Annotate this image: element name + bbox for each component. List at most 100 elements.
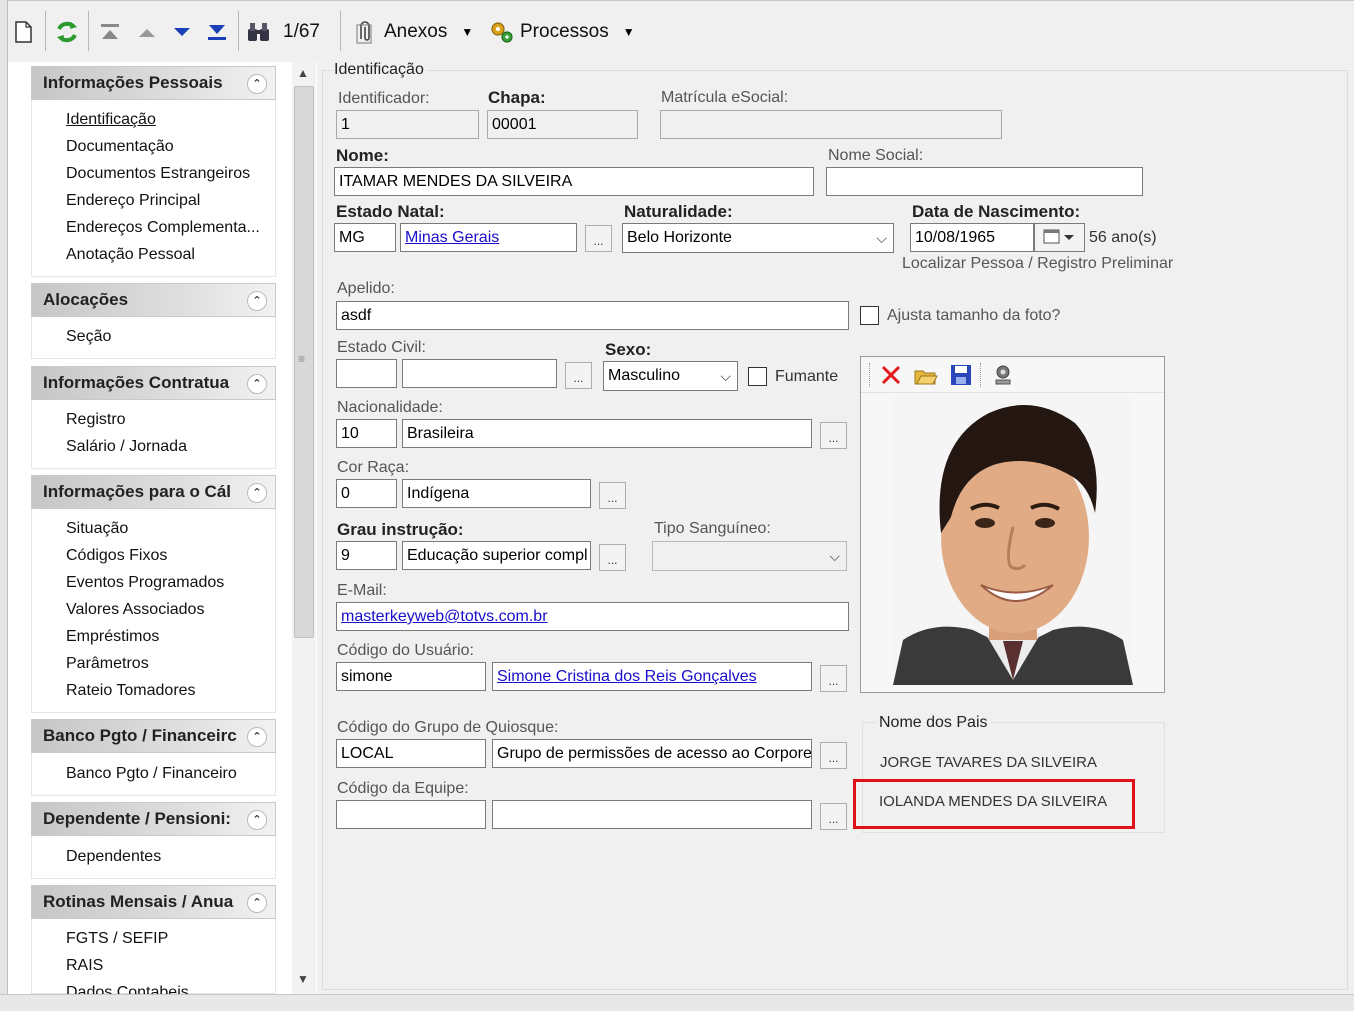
sidebar-item[interactable]: Valores Associados	[66, 601, 204, 619]
grau-instrucao-code-field[interactable]: 9	[336, 541, 397, 570]
localizar-pessoa-link[interactable]: Localizar Pessoa / Registro Preliminar	[902, 255, 1173, 273]
nacionalidade-code-field[interactable]: 10	[336, 419, 397, 448]
sidebar-group-header[interactable]: Banco Pgto / Financeirc ⌃	[31, 719, 276, 753]
employee-photo	[893, 395, 1133, 685]
sidebar-scrollbar[interactable]: ▲ ≡ ▼	[292, 62, 316, 994]
collapse-chevron-icon[interactable]: ⌃	[247, 810, 267, 830]
sidebar-item[interactable]: Documentos Estrangeiros	[66, 165, 250, 183]
sidebar-item[interactable]: Documentação	[66, 138, 174, 156]
nome-field[interactable]: ITAMAR MENDES DA SILVEIRA	[334, 167, 814, 196]
fumante-checkbox[interactable]	[748, 367, 767, 386]
sidebar-item[interactable]: Empréstimos	[66, 628, 159, 646]
scroll-down-icon[interactable]: ▼	[297, 972, 309, 986]
chapa-field[interactable]: 00001	[487, 110, 638, 139]
collapse-chevron-icon[interactable]: ⌃	[247, 74, 267, 94]
splitter-grip-icon[interactable]: ≡	[298, 352, 305, 366]
cor-raca-name-field[interactable]: Indígena	[402, 479, 591, 508]
sidebar-item[interactable]: Banco Pgto / Financeiro	[66, 765, 237, 783]
nome-social-field[interactable]	[826, 167, 1143, 196]
webcam-icon[interactable]	[991, 363, 1015, 387]
sidebar-group-title: Alocações	[43, 290, 129, 309]
apelido-field[interactable]: asdf	[336, 301, 849, 330]
calendar-picker-button[interactable]	[1034, 223, 1085, 252]
sidebar-item[interactable]: Códigos Fixos	[66, 547, 167, 565]
sidebar-item[interactable]: Eventos Programados	[66, 574, 224, 592]
sidebar-item[interactable]: Parâmetros	[66, 655, 149, 673]
matricula-label: Matrícula eSocial:	[661, 89, 789, 106]
nacionalidade-lookup-button[interactable]: ...	[820, 422, 847, 449]
equipe-name-field[interactable]	[492, 800, 812, 829]
anexos-menu[interactable]: Anexos ▼	[352, 15, 473, 49]
grau-instrucao-name-field[interactable]: Educação superior compl	[402, 541, 591, 570]
tipo-sanguineo-select[interactable]: ⌵	[652, 541, 847, 571]
sidebar-item[interactable]: Registro	[66, 411, 126, 429]
quiosque-code-field[interactable]: LOCAL	[336, 739, 486, 768]
sidebar-item[interactable]: Anotação Pessoal	[66, 246, 195, 264]
collapse-chevron-icon[interactable]: ⌃	[247, 893, 267, 913]
apelido-label: Apelido:	[337, 280, 395, 297]
estado-civil-code-field[interactable]	[336, 359, 397, 388]
nacionalidade-name-field[interactable]: Brasileira	[402, 419, 812, 448]
identificador-field[interactable]: 1	[336, 110, 479, 139]
section-title: Identificação	[334, 61, 427, 79]
sidebar-item[interactable]: Dados Contabeis	[66, 984, 189, 994]
estado-natal-lookup-button[interactable]: ...	[585, 225, 612, 252]
gears-icon	[491, 22, 513, 43]
usuario-code-field[interactable]: simone	[336, 662, 486, 691]
sidebar-item[interactable]: Rateio Tomadores	[66, 682, 196, 700]
delete-photo-icon[interactable]	[879, 363, 903, 387]
sidebar-group-header[interactable]: Informações para o Cál ⌃	[31, 475, 276, 509]
calendar-icon	[1043, 229, 1074, 244]
sidebar-item[interactable]: Seção	[66, 328, 111, 346]
usuario-name-link[interactable]: Simone Cristina dos Reis Gonçalves	[492, 662, 812, 691]
save-icon[interactable]	[949, 363, 973, 387]
sidebar-group-header[interactable]: Alocações ⌃	[31, 283, 276, 317]
estado-natal-code-field[interactable]: MG	[334, 223, 396, 252]
estado-civil-lookup-button[interactable]: ...	[565, 362, 592, 389]
parents-title: Nome dos Pais	[876, 714, 991, 732]
sexo-select[interactable]: Masculino ⌵	[603, 361, 738, 391]
chevron-down-icon: ▼	[461, 25, 474, 39]
quiosque-name-field[interactable]: Grupo de permissões de acesso ao Corpore…	[492, 739, 812, 768]
sidebar-group-header[interactable]: Rotinas Mensais / Anua ⌃	[31, 885, 276, 919]
sidebar-item[interactable]: Salário / Jornada	[66, 438, 187, 456]
sidebar-item[interactable]: Endereços Complementa...	[66, 219, 260, 237]
equipe-code-field[interactable]	[336, 800, 486, 829]
estado-civil-name-field[interactable]	[402, 359, 557, 388]
equipe-lookup-button[interactable]: ...	[820, 803, 847, 830]
collapse-chevron-icon[interactable]: ⌃	[247, 483, 267, 503]
matricula-field[interactable]	[660, 110, 1002, 139]
naturalidade-label: Naturalidade:	[624, 202, 733, 221]
sidebar-group-header[interactable]: Dependente / Pensioni: ⌃	[31, 802, 276, 836]
sidebar-item[interactable]: Endereço Principal	[66, 192, 200, 210]
sidebar-item[interactable]: Dependentes	[66, 848, 161, 866]
grau-instrucao-lookup-button[interactable]: ...	[599, 544, 626, 571]
email-field[interactable]: masterkeyweb@totvs.com.br	[336, 602, 849, 631]
photo-toolbar	[861, 357, 1164, 393]
cor-raca-code-field[interactable]: 0	[336, 479, 397, 508]
sidebar-item[interactable]: FGTS / SEFIP	[66, 930, 168, 948]
photo-panel	[860, 356, 1165, 693]
quiosque-lookup-button[interactable]: ...	[820, 742, 847, 769]
ajusta-foto-label: Ajusta tamanho da foto?	[887, 307, 1061, 324]
collapse-chevron-icon[interactable]: ⌃	[247, 374, 267, 394]
sidebar-item[interactable]: RAIS	[66, 957, 103, 975]
estado-natal-label: Estado Natal:	[336, 202, 445, 221]
cor-raca-lookup-button[interactable]: ...	[599, 482, 626, 509]
sidebar-group-header[interactable]: Informações Pessoais ⌃	[31, 66, 276, 100]
sidebar-item[interactable]: Situação	[66, 520, 128, 538]
collapse-chevron-icon[interactable]: ⌃	[247, 291, 267, 311]
estado-natal-name-link[interactable]: Minas Gerais	[400, 223, 577, 252]
processos-menu[interactable]: Processos ▼	[488, 15, 635, 49]
sidebar-item[interactable]: Identificação	[66, 111, 156, 129]
collapse-chevron-icon[interactable]: ⌃	[247, 727, 267, 747]
fumante-label: Fumante	[775, 368, 839, 385]
scroll-up-icon[interactable]: ▲	[297, 66, 309, 80]
chevron-down-icon: ▼	[622, 25, 635, 39]
sidebar-group-header[interactable]: Informações Contratua ⌃	[31, 366, 276, 400]
data-nascimento-field[interactable]: 10/08/1965	[910, 223, 1034, 252]
naturalidade-select[interactable]: Belo Horizonte ⌵	[622, 223, 894, 253]
ajusta-foto-checkbox[interactable]	[860, 306, 879, 325]
usuario-lookup-button[interactable]: ...	[820, 665, 847, 692]
open-folder-icon[interactable]	[913, 363, 939, 387]
